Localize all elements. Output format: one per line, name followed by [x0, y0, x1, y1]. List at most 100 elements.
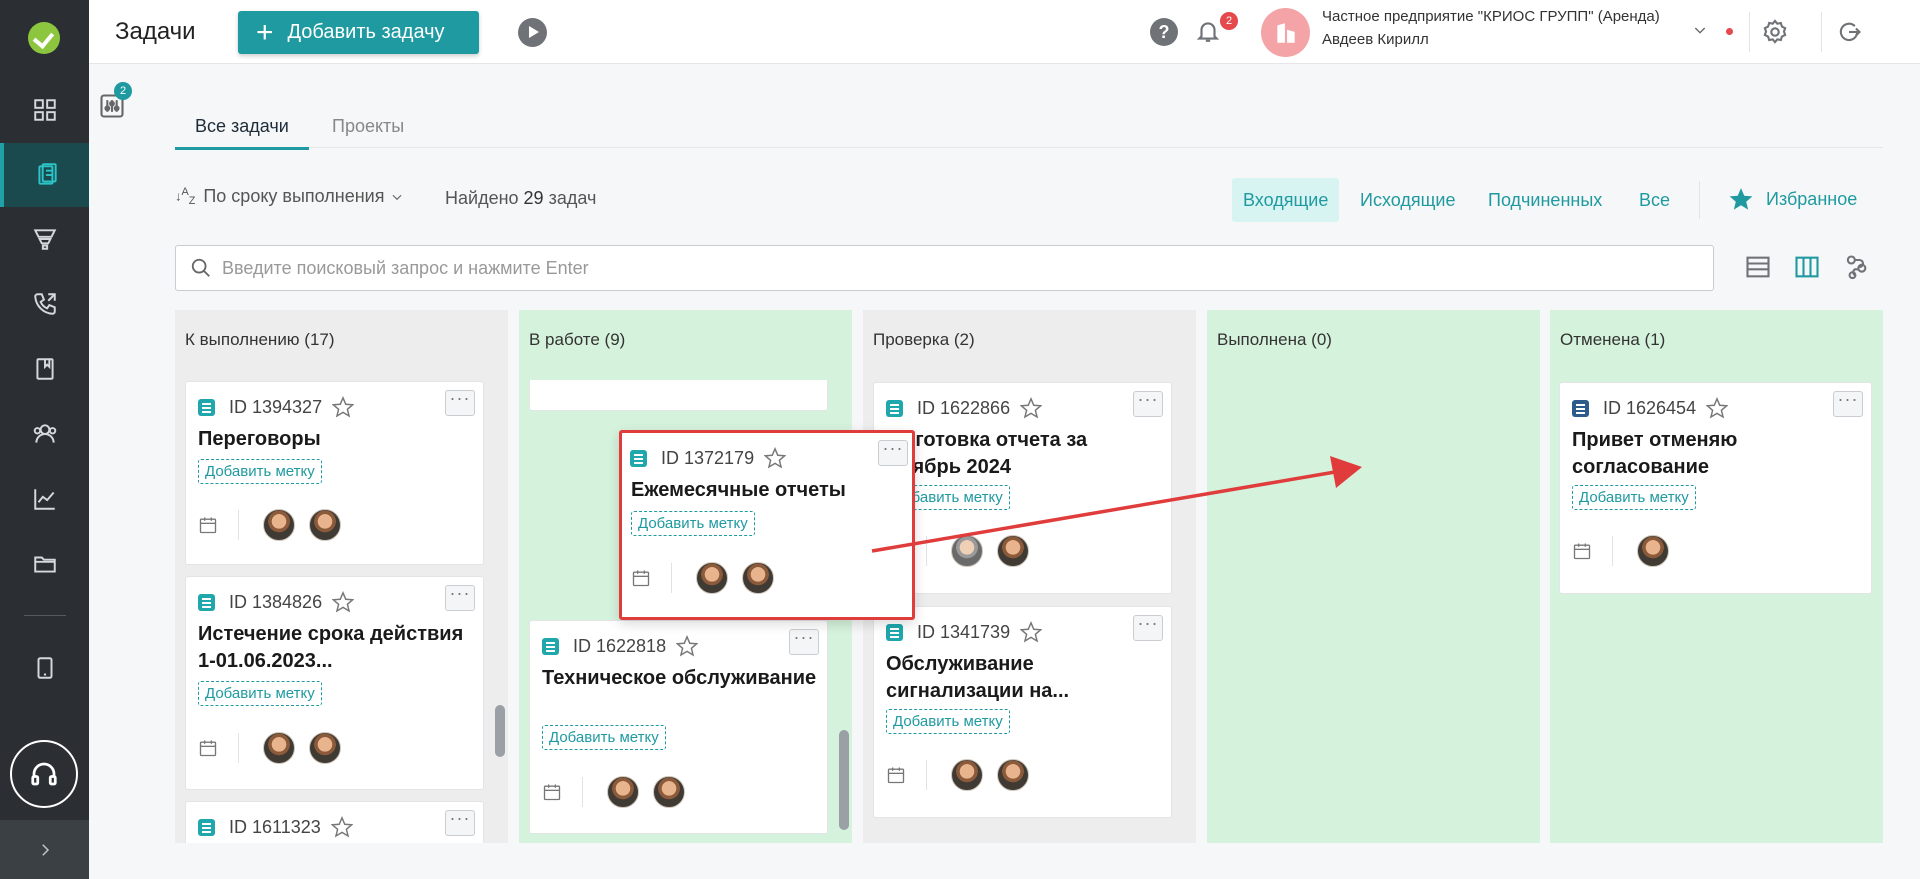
task-id: ID 1622866 [917, 397, 1011, 418]
found-count-text: Найдено 29 задач [445, 188, 596, 209]
dragged-task-card[interactable]: ID 1372179 ··· Ежемесячные отчеты Добави… [619, 430, 915, 620]
task-card[interactable]: ID 1611323 ··· [185, 801, 484, 843]
star-icon[interactable] [1020, 621, 1043, 643]
card-menu-button[interactable]: ··· [445, 584, 475, 611]
add-task-button[interactable]: + Добавить задачу [238, 11, 479, 54]
footer-divider [671, 563, 672, 593]
tab-projects[interactable]: Проекты [312, 116, 424, 147]
avatar[interactable] [997, 535, 1029, 567]
card-menu-button[interactable]: ··· [445, 809, 475, 836]
avatar[interactable] [742, 562, 774, 594]
task-id: ID 1626454 [1603, 397, 1697, 418]
search-input[interactable] [222, 256, 1682, 280]
card-menu-button[interactable]: ··· [1133, 390, 1163, 417]
avatar[interactable] [653, 776, 685, 808]
card-footer [198, 507, 355, 543]
star-icon[interactable] [1020, 397, 1043, 419]
add-tag-button[interactable]: Добавить метку [198, 681, 322, 706]
add-tag-button[interactable]: Добавить метку [631, 511, 755, 536]
sidebar-item-calls[interactable] [0, 272, 89, 336]
avatar[interactable] [1637, 535, 1669, 567]
sidebar-item-files[interactable] [0, 532, 89, 596]
task-card[interactable] [529, 380, 828, 411]
task-title: Техническое обслуживание [542, 667, 817, 689]
filter-tab-all[interactable]: Все [1628, 178, 1681, 222]
gear-icon[interactable] [1761, 18, 1789, 51]
card-menu-button[interactable]: ··· [445, 389, 475, 416]
sidebar-item-mobile[interactable] [0, 636, 89, 700]
add-tag-button[interactable]: Добавить метку [886, 709, 1010, 734]
card-menu-button[interactable]: ··· [878, 439, 908, 466]
star-icon[interactable] [764, 447, 787, 469]
app-logo-icon[interactable] [28, 22, 60, 54]
star-icon[interactable] [332, 396, 355, 418]
org-avatar[interactable] [1261, 8, 1310, 57]
column-todo: К выполнению (17) ID 1394327 ··· Перегов… [175, 310, 508, 843]
org-name[interactable]: Частное предприятие "КРИОС ГРУПП" (Аренд… [1322, 8, 1660, 25]
calendar-icon[interactable] [542, 782, 562, 802]
card-footer [1572, 533, 1683, 569]
avatar[interactable] [951, 535, 983, 567]
calendar-icon[interactable] [886, 765, 906, 785]
sidebar-expand-button[interactable] [0, 820, 89, 879]
calendar-icon[interactable] [1572, 541, 1592, 561]
avatar[interactable] [696, 562, 728, 594]
task-card[interactable]: ID 1622866 ··· ...дготовка отчета за ...… [873, 382, 1172, 594]
column-scrollbar[interactable] [839, 730, 849, 830]
avatar[interactable] [263, 509, 295, 541]
filter-tab-subordinates[interactable]: Подчиненных [1477, 178, 1613, 222]
tab-all-tasks[interactable]: Все задачи [175, 116, 309, 150]
avatar[interactable] [997, 759, 1029, 791]
chevron-down-icon[interactable] [1692, 22, 1708, 38]
sidebar-item-tasks[interactable] [0, 143, 89, 207]
process-view-icon[interactable] [1842, 253, 1872, 283]
star-icon[interactable] [332, 591, 355, 613]
sidebar-item-dashboard[interactable] [0, 78, 89, 142]
favorites-button[interactable]: Избранное [1728, 186, 1857, 212]
column-done[interactable]: Выполнена (0) [1207, 310, 1540, 843]
logout-icon[interactable] [1835, 18, 1863, 51]
add-tag-button[interactable]: Добавить метку [542, 725, 666, 750]
calendar-icon[interactable] [198, 515, 218, 535]
sidebar-item-analytics[interactable] [0, 467, 89, 531]
play-icon[interactable] [518, 18, 547, 47]
card-footer [886, 757, 1043, 793]
task-card[interactable]: ID 1622818 ··· Техническое обслуживание … [529, 620, 828, 834]
kanban-view-icon[interactable] [1793, 253, 1823, 283]
task-card[interactable]: ID 1394327 ··· Переговоры Добавить метку [185, 381, 484, 565]
avatar[interactable] [951, 759, 983, 791]
avatar[interactable] [263, 732, 295, 764]
card-menu-button[interactable]: ··· [1833, 390, 1863, 417]
task-type-icon [198, 593, 215, 611]
calendar-icon[interactable] [631, 568, 651, 588]
list-view-icon[interactable] [1744, 253, 1774, 283]
sidebar-item-funnel[interactable] [0, 207, 89, 271]
filter-tab-incoming[interactable]: Входящие [1232, 178, 1340, 222]
add-tag-button[interactable]: Добавить метку [198, 459, 322, 484]
clipboard-icon [37, 163, 57, 185]
calendar-icon[interactable] [198, 738, 218, 758]
topbar-divider [1749, 12, 1750, 52]
footer-divider [926, 536, 927, 566]
column-scrollbar[interactable] [495, 705, 505, 757]
task-card[interactable]: ID 1384826 ··· Истечение срока действия … [185, 576, 484, 790]
sidebar-item-documents[interactable] [0, 337, 89, 401]
star-icon[interactable] [330, 816, 353, 838]
card-menu-button[interactable]: ··· [789, 628, 819, 655]
task-card[interactable]: ID 1341739 ··· Обслуживание сигнализации… [873, 606, 1172, 818]
star-icon[interactable] [1706, 397, 1729, 419]
avatar[interactable] [607, 776, 639, 808]
task-card[interactable]: ID 1626454 ··· Привет отменяю согласован… [1559, 382, 1872, 594]
sort-dropdown[interactable]: ↓AZ По сроку выполнения [175, 186, 404, 207]
card-menu-button[interactable]: ··· [1133, 614, 1163, 641]
sidebar-item-contacts[interactable] [0, 402, 89, 466]
avatar[interactable] [309, 732, 341, 764]
filter-tab-outgoing[interactable]: Исходящие [1349, 178, 1466, 222]
help-icon[interactable]: ? [1150, 18, 1178, 46]
add-tag-button[interactable]: Добавить метку [1572, 485, 1696, 510]
star-icon[interactable] [676, 635, 699, 657]
support-button[interactable] [10, 740, 78, 808]
user-name[interactable]: Авдеев Кирилл [1322, 31, 1429, 48]
footer-divider [238, 510, 239, 540]
avatar[interactable] [309, 509, 341, 541]
